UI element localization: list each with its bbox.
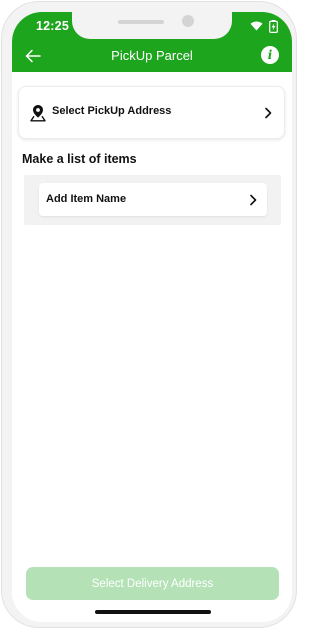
back-arrow-icon (25, 49, 41, 63)
location-pin-icon (30, 105, 46, 122)
phone-notch (72, 12, 232, 39)
add-item-label: Add Item Name (46, 193, 127, 205)
add-item-button[interactable]: Add Item Name (39, 183, 267, 216)
camera-icon (182, 15, 194, 27)
status-time: 12:25 (36, 19, 69, 33)
back-button[interactable] (22, 46, 44, 66)
items-panel: Add Item Name (24, 175, 281, 225)
select-pickup-address-button[interactable]: Select PickUp Address (18, 86, 285, 139)
phone-frame: 12:25 PickUp Parcel i Select PickUp Addr… (1, 1, 297, 628)
home-indicator (95, 610, 211, 614)
app-header: 12:25 PickUp Parcel i (12, 12, 292, 72)
info-button[interactable]: i (261, 46, 279, 64)
chevron-right-icon (250, 194, 257, 206)
chevron-right-icon (265, 107, 272, 119)
info-icon: i (267, 48, 273, 62)
select-delivery-address-button[interactable]: Select Delivery Address (26, 567, 279, 600)
screen: 12:25 PickUp Parcel i Select PickUp Addr… (12, 12, 292, 622)
wifi-icon (250, 21, 263, 31)
items-section-title: Make a list of items (22, 152, 137, 166)
battery-charging-icon (269, 19, 278, 33)
page-title: PickUp Parcel (111, 48, 193, 63)
pickup-address-label: Select PickUp Address (52, 105, 172, 117)
status-icons (250, 19, 278, 33)
speaker-icon (118, 20, 164, 24)
